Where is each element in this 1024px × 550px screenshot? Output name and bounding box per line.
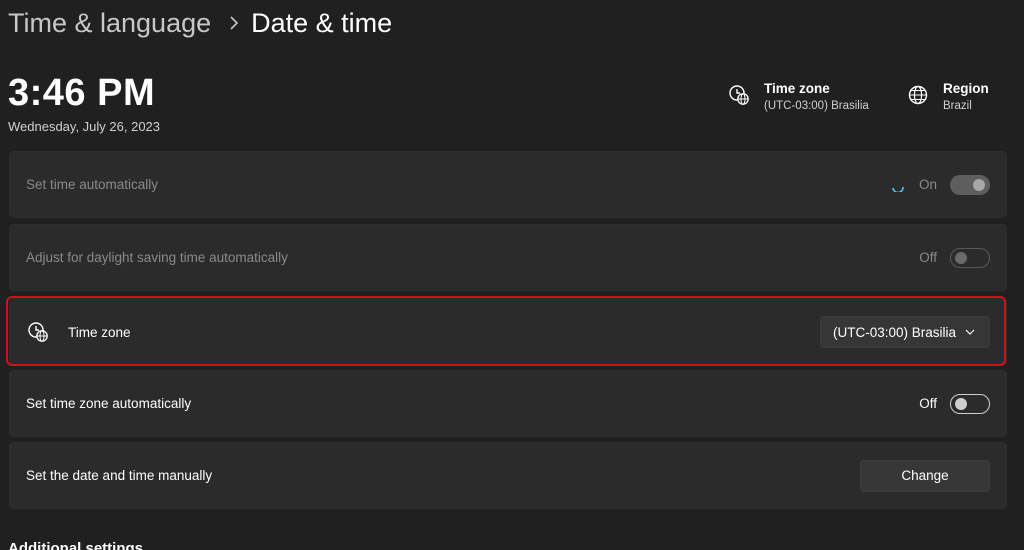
summary-time-zone-title: Time zone: [764, 81, 830, 96]
setting-label: Adjust for daylight saving time automati…: [26, 250, 288, 265]
summary-region: Region Brazil: [907, 80, 989, 112]
setting-set-time-zone-automatically: Set time zone automatically Off: [9, 370, 1007, 437]
clock-globe-icon: [27, 321, 49, 343]
time-zone-selected-value: (UTC-03:00) Brasilia: [833, 324, 957, 340]
toggle-knob: [955, 397, 967, 410]
summary-time-zone: Time zone (UTC-03:00) Brasilia: [728, 80, 869, 112]
toggle-knob: [955, 251, 967, 264]
clock-globe-icon: [728, 84, 750, 106]
setting-label: Time zone: [68, 324, 131, 340]
setting-set-time-automatically: Set time automatically On: [9, 151, 1007, 218]
chevron-right-icon: [229, 16, 239, 30]
toggle-knob: [973, 178, 985, 191]
toggle-state-text: On: [918, 177, 937, 192]
current-time: 3:46 PM: [8, 72, 156, 114]
summary-region-title: Region: [943, 81, 989, 96]
setting-label: Set time zone automatically: [26, 396, 192, 411]
additional-settings-heading: Additional settings: [8, 540, 143, 550]
change-button[interactable]: Change: [860, 459, 990, 492]
globe-icon: [907, 84, 929, 106]
chevron-down-icon: [965, 326, 977, 338]
setting-label: Set time automatically: [26, 177, 159, 192]
breadcrumb: Time & language Date & time: [8, 4, 392, 42]
loading-spinner-icon: [892, 186, 904, 192]
time-zone-dropdown[interactable]: (UTC-03:00) Brasilia: [820, 316, 990, 348]
setting-set-date-time-manually: Set the date and time manually Change: [9, 442, 1007, 509]
setting-daylight-saving: Adjust for daylight saving time automati…: [9, 224, 1007, 291]
setting-label: Set the date and time manually: [26, 468, 213, 483]
set-time-zone-automatically-toggle[interactable]: [950, 393, 990, 414]
setting-time-zone: Time zone (UTC-03:00) Brasilia: [9, 298, 1007, 366]
toggle-state-text: Off: [919, 396, 937, 411]
page-title: Date & time: [251, 7, 393, 38]
summary-region-value: Brazil: [943, 100, 972, 112]
set-time-automatically-toggle[interactable]: [950, 174, 990, 195]
current-date: Wednesday, July 26, 2023: [8, 119, 161, 134]
daylight-saving-toggle[interactable]: [950, 247, 990, 268]
date-time-settings-page: Time & language Date & time 3:46 PM Wedn…: [0, 0, 1024, 550]
breadcrumb-time-language[interactable]: Time & language: [8, 8, 211, 39]
summary-time-zone-value: (UTC-03:00) Brasilia: [764, 100, 869, 112]
toggle-state-text: Off: [919, 250, 937, 265]
